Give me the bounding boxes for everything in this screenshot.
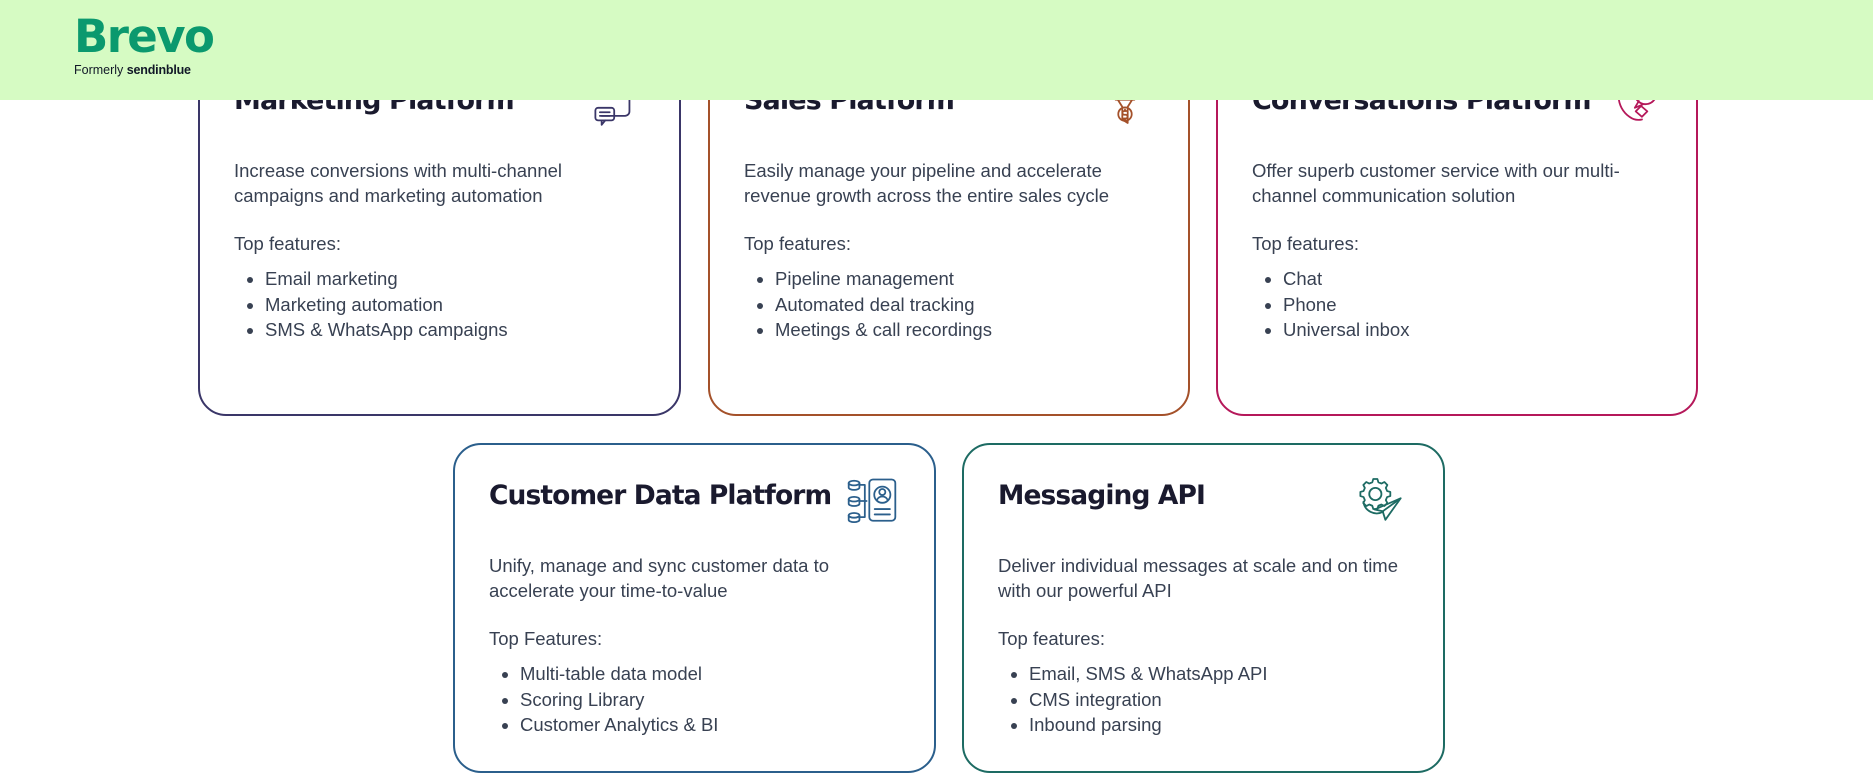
brevo-logo-tagline: Formerly sendinblue — [74, 63, 224, 77]
brevo-logo-wordmark: Brevo — [74, 10, 215, 63]
card-features-label: Top features: — [234, 233, 341, 254]
list-item: Phone — [1283, 292, 1662, 318]
platform-card-conversations[interactable]: Conversations Platform Offer superb cust… — [1216, 48, 1698, 416]
list-item: Automated deal tracking — [775, 292, 1154, 318]
card-description: Offer superb customer service with our m… — [1252, 160, 1620, 206]
gear-paper-plane-icon — [1351, 475, 1409, 527]
platform-card-marketing[interactable]: Marketing Platform Increase conversions … — [198, 48, 681, 416]
list-item: Marketing automation — [265, 292, 645, 318]
card-features-label: Top features: — [744, 233, 851, 254]
list-item: Email, SMS & WhatsApp API — [1029, 661, 1409, 687]
brevo-logo[interactable]: Brevo Formerly sendinblue — [74, 14, 224, 77]
page-header: Brevo Formerly sendinblue — [0, 0, 1873, 100]
database-person-card-icon — [843, 475, 901, 527]
platform-card-customer-data[interactable]: Customer Data Platform Unify, manage and… — [453, 443, 936, 773]
card-header: Messaging API — [998, 478, 1409, 527]
list-item: Chat — [1283, 266, 1662, 292]
card-header: Customer Data Platform — [489, 478, 900, 527]
list-item: Email marketing — [265, 266, 645, 292]
card-description: Easily manage your pipeline and accelera… — [744, 160, 1110, 206]
list-item: Meetings & call recordings — [775, 317, 1154, 343]
platform-card-messaging-api[interactable]: Messaging API Deliver individual message… — [962, 443, 1445, 773]
list-item: Pipeline management — [775, 266, 1154, 292]
card-feature-list: Multi-table data model Scoring Library C… — [489, 661, 900, 738]
list-item: Multi-table data model — [520, 661, 900, 687]
list-item: SMS & WhatsApp campaigns — [265, 317, 645, 343]
logo-former-brand: sendinblue — [126, 63, 191, 77]
card-description: Increase conversions with multi-channel … — [234, 160, 563, 206]
card-feature-list: Chat Phone Universal inbox — [1252, 266, 1662, 343]
platform-card-sales[interactable]: Sales Platform Easily manage your pipeli… — [708, 48, 1190, 416]
card-title: Messaging API — [998, 480, 1206, 511]
card-title: Customer Data Platform — [489, 480, 832, 511]
list-item: Inbound parsing — [1029, 712, 1409, 738]
list-item: Universal inbox — [1283, 317, 1662, 343]
card-features-label: Top features: — [1252, 233, 1359, 254]
card-description: Unify, manage and sync customer data to … — [489, 555, 830, 601]
logo-formerly-label: Formerly — [74, 63, 124, 77]
list-item: Scoring Library — [520, 687, 900, 713]
card-description: Deliver individual messages at scale and… — [998, 555, 1399, 601]
card-feature-list: Email marketing Marketing automation SMS… — [234, 266, 645, 343]
card-features-label: Top Features: — [489, 628, 603, 649]
list-item: Customer Analytics & BI — [520, 712, 900, 738]
card-feature-list: Email, SMS & WhatsApp API CMS integratio… — [998, 661, 1409, 738]
card-feature-list: Pipeline management Automated deal track… — [744, 266, 1154, 343]
card-features-label: Top features: — [998, 628, 1105, 649]
list-item: CMS integration — [1029, 687, 1409, 713]
